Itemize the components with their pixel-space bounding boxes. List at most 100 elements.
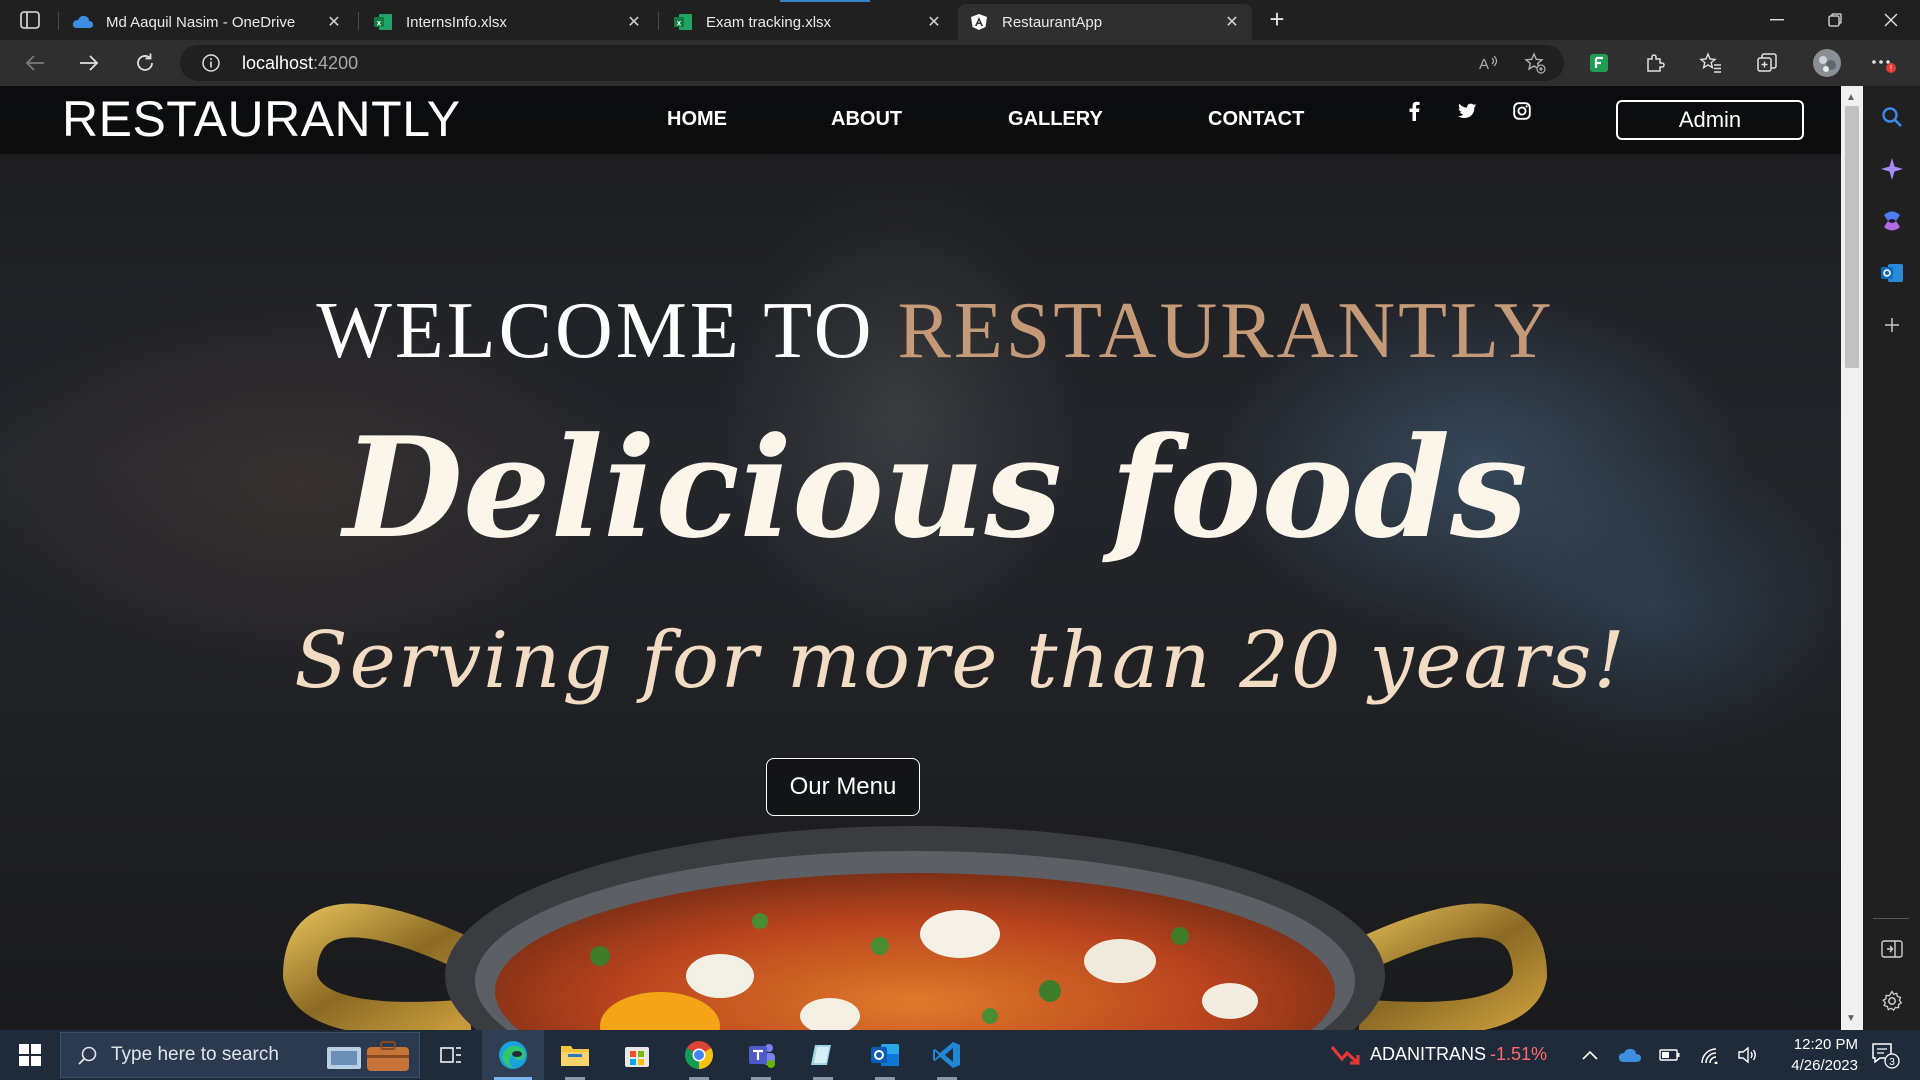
brand-logo[interactable]: RESTAURANTLY <box>62 90 461 148</box>
tab-restaurantapp[interactable]: RestaurantApp ✕ <box>958 4 1252 40</box>
scrollbar-thumb[interactable] <box>1845 106 1859 368</box>
sidebar-separator <box>1873 918 1909 919</box>
page-scrollbar[interactable]: ▲ ▼ <box>1841 86 1863 1030</box>
excel-icon: x <box>672 13 694 31</box>
onedrive-tray-icon[interactable] <box>1618 1044 1642 1066</box>
svg-text:!: ! <box>1890 64 1892 73</box>
notification-center-icon[interactable]: 3 <box>1868 1040 1902 1070</box>
settings-gear-icon[interactable] <box>1879 988 1905 1014</box>
browser-sidebar <box>1863 86 1920 1030</box>
microsoft-store-icon[interactable] <box>606 1030 668 1080</box>
extension-f-icon[interactable] <box>1584 48 1614 78</box>
close-icon[interactable]: ✕ <box>624 12 644 32</box>
close-icon[interactable]: ✕ <box>924 12 944 32</box>
browser-tab-strip: Md Aaquil Nasim - OneDrive ✕ x InternsIn… <box>0 0 1920 40</box>
wifi-icon[interactable] <box>1698 1044 1722 1066</box>
facebook-icon[interactable] <box>1401 98 1427 124</box>
windows-taskbar: Type here to search ADANITRANS -1.51% 12… <box>0 1030 1920 1080</box>
read-aloud-icon[interactable]: A <box>1478 52 1500 74</box>
nav-about[interactable]: ABOUT <box>831 108 902 131</box>
tab-actions-icon[interactable] <box>14 8 46 32</box>
site-info-icon[interactable] <box>202 54 220 72</box>
nav-contact[interactable]: CONTACT <box>1208 108 1304 131</box>
hero-title: Delicious foods <box>343 406 1528 569</box>
stock-ticker-name[interactable]: ADANITRANS <box>1370 1044 1486 1065</box>
stock-trend-icon <box>1330 1043 1360 1070</box>
search-highlight-image <box>323 1039 413 1078</box>
chrome-icon[interactable] <box>668 1030 730 1080</box>
add-favorite-icon[interactable] <box>1524 52 1546 74</box>
tab-separator <box>58 12 59 30</box>
nav-home[interactable]: HOME <box>667 108 727 131</box>
clock-date: 4/26/2023 <box>1791 1057 1858 1074</box>
favorites-icon[interactable] <box>1696 48 1726 78</box>
clock-time: 12:20 PM <box>1793 1036 1858 1053</box>
twitter-icon[interactable] <box>1454 98 1480 124</box>
tab-onedrive[interactable]: Md Aaquil Nasim - OneDrive ✕ <box>62 4 354 40</box>
svg-text:x: x <box>377 19 382 28</box>
sparkle-icon[interactable] <box>1879 156 1905 182</box>
battery-icon[interactable] <box>1658 1044 1682 1066</box>
minimize-icon[interactable] <box>1748 0 1806 40</box>
extensions-icon[interactable] <box>1640 48 1670 78</box>
close-icon[interactable]: ✕ <box>324 12 344 32</box>
tab-exam-tracking[interactable]: x Exam tracking.xlsx ✕ <box>662 4 954 40</box>
close-icon[interactable]: ✕ <box>1222 12 1242 32</box>
collections-icon[interactable] <box>1752 48 1782 78</box>
url-host: localhost <box>242 53 314 73</box>
new-tab-button[interactable]: + <box>1262 6 1292 34</box>
teams-icon[interactable] <box>730 1030 792 1080</box>
onedrive-icon <box>72 13 94 31</box>
nav-gallery[interactable]: GALLERY <box>1008 108 1103 131</box>
task-view-icon[interactable] <box>420 1030 482 1080</box>
profile-avatar[interactable] <box>1812 48 1842 78</box>
outlook-icon[interactable] <box>1879 260 1905 286</box>
refresh-icon[interactable] <box>128 48 162 78</box>
hero-subtitle: Serving for more than 20 years! <box>294 616 1627 706</box>
scroll-up-icon[interactable]: ▲ <box>1846 92 1856 103</box>
url-text[interactable]: localhost:4200 <box>242 53 358 74</box>
tab-separator <box>358 12 359 30</box>
add-sidebar-app-icon[interactable] <box>1879 312 1905 338</box>
outlook-taskbar-icon[interactable] <box>854 1030 916 1080</box>
close-window-icon[interactable] <box>1862 0 1920 40</box>
angular-icon <box>968 13 990 31</box>
volume-icon[interactable] <box>1736 1044 1760 1066</box>
search-icon <box>77 1045 99 1072</box>
svg-text:x: x <box>677 19 682 28</box>
edge-taskbar-icon[interactable] <box>482 1030 544 1080</box>
taskbar-search-box[interactable]: Type here to search <box>60 1032 420 1078</box>
restore-icon[interactable] <box>1806 0 1864 40</box>
tab-internsinfo[interactable]: x InternsInfo.xlsx ✕ <box>362 4 654 40</box>
food-pot-image <box>282 826 1548 1030</box>
search-placeholder: Type here to search <box>111 1044 279 1065</box>
tab-title: Exam tracking.xlsx <box>706 13 832 31</box>
admin-button[interactable]: Admin <box>1616 100 1804 140</box>
copilot-icon[interactable] <box>1879 208 1905 234</box>
back-icon[interactable] <box>18 48 52 78</box>
notes-app-icon[interactable] <box>792 1030 854 1080</box>
forward-icon[interactable] <box>72 48 106 78</box>
windows-start-icon[interactable] <box>10 1040 50 1070</box>
site-header: RESTAURANTLY HOME ABOUT GALLERY CONTACT … <box>0 86 1841 154</box>
stock-ticker-change[interactable]: -1.51% <box>1490 1044 1547 1065</box>
hero-welcome: WELCOME TO RESTAURANTLY <box>0 286 1841 377</box>
instagram-icon[interactable] <box>1509 98 1535 124</box>
more-menu-icon[interactable]: ! <box>1868 48 1898 78</box>
url-port: :4200 <box>313 53 359 73</box>
search-icon[interactable] <box>1879 104 1905 130</box>
system-clock[interactable]: 12:20 PM 4/26/2023 <box>1760 1034 1858 1076</box>
vscode-icon[interactable] <box>916 1030 978 1080</box>
excel-icon: x <box>372 13 394 31</box>
tab-separator <box>658 12 659 30</box>
hero-welcome-accent: RESTAURANTLY <box>897 287 1555 375</box>
svg-text:A: A <box>1479 56 1489 72</box>
tab-progress-accent <box>780 0 870 2</box>
hide-sidebar-icon[interactable] <box>1879 936 1905 962</box>
file-explorer-icon[interactable] <box>544 1030 606 1080</box>
browser-toolbar: localhost:4200 A ! <box>0 40 1920 86</box>
notification-count: 3 <box>1889 1057 1895 1068</box>
address-bar[interactable]: localhost:4200 A <box>180 45 1564 81</box>
scroll-down-icon[interactable]: ▼ <box>1846 1013 1856 1024</box>
chevron-up-icon[interactable] <box>1578 1044 1602 1066</box>
